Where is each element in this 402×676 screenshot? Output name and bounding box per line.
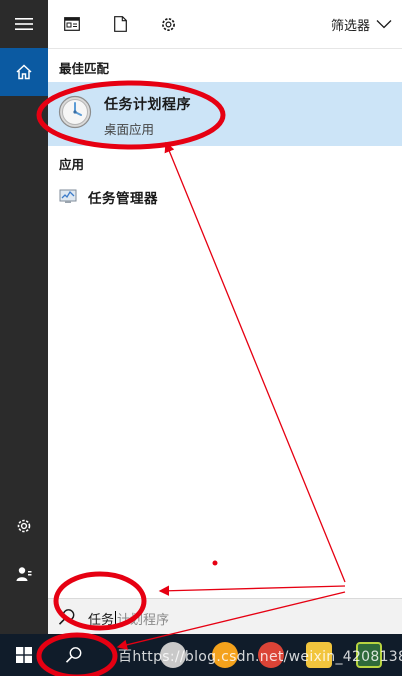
taskbar-chrome-icon[interactable] [258, 642, 284, 668]
user-icon [16, 567, 32, 581]
text-caret [115, 611, 117, 626]
search-icon [58, 609, 75, 625]
chevron-down-icon [376, 20, 392, 29]
windows-start-search: 筛选器 最佳匹配 任务计划程序 桌面应用 应用 任务管理器 任务 计划程序 百h… [0, 0, 402, 676]
search-icon [65, 647, 82, 663]
filter-dropdown[interactable]: 筛选器 [331, 12, 392, 36]
windows-logo-icon [16, 647, 32, 663]
search-results-panel: 筛选器 最佳匹配 任务计划程序 桌面应用 应用 任务管理器 [48, 0, 402, 634]
task-manager-icon [59, 189, 77, 203]
documents-filter-button[interactable] [58, 10, 86, 38]
app-result-label: 任务管理器 [88, 191, 158, 207]
app-result-task-manager[interactable]: 任务管理器 [48, 180, 402, 212]
clock-icon [58, 95, 92, 129]
taskbar-clock-app-icon[interactable] [160, 642, 186, 668]
home-button[interactable] [0, 48, 48, 96]
taskbar-app-icon[interactable] [356, 642, 382, 668]
search-suggestion-text: 计划程序 [117, 613, 170, 628]
taskbar-paint-app-icon[interactable] [212, 642, 238, 668]
apps-heading: 应用 [59, 157, 85, 172]
search-box[interactable]: 任务 计划程序 [48, 598, 402, 635]
left-rail [0, 0, 48, 634]
search-typed-text: 任务 [88, 613, 115, 628]
settings-icon [17, 519, 31, 533]
document-icon [64, 17, 80, 31]
best-match-subtitle: 桌面应用 [104, 122, 155, 137]
best-match-title: 任务计划程序 [104, 97, 191, 113]
filter-label: 筛选器 [330, 18, 370, 34]
results-toolbar: 筛选器 [48, 0, 402, 49]
home-icon [16, 64, 32, 80]
file-icon [113, 16, 127, 32]
taskbar-search-button[interactable] [48, 634, 100, 676]
search-input[interactable]: 任务 计划程序 [88, 609, 169, 628]
best-match-result[interactable]: 任务计划程序 桌面应用 [48, 82, 402, 146]
hamburger-menu-icon [15, 18, 33, 30]
start-button[interactable] [0, 634, 48, 676]
gear-icon [161, 17, 175, 31]
hamburger-menu-button[interactable] [0, 0, 48, 48]
watermark-prefix: 百 [118, 649, 133, 665]
taskbar-file-explorer-icon[interactable] [306, 642, 332, 668]
best-match-heading: 最佳匹配 [59, 61, 110, 76]
settings-button[interactable] [0, 502, 48, 550]
taskbar: 百https://blog.csdn.net/weixin_42081389 [0, 634, 402, 676]
settings-filter-button[interactable] [154, 10, 182, 38]
user-button[interactable] [0, 550, 48, 598]
files-filter-button[interactable] [106, 10, 134, 38]
